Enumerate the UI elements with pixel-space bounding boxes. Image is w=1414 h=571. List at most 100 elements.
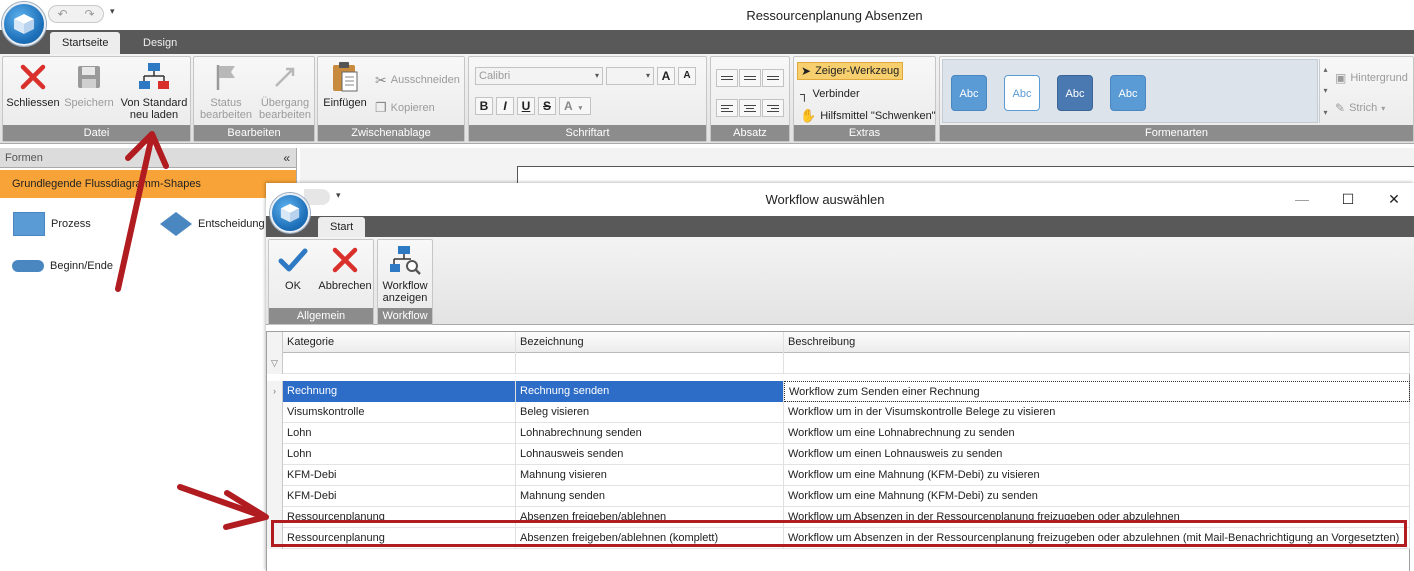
font-size-select[interactable]: ▾ <box>606 67 654 85</box>
tab-start[interactable]: Start <box>318 217 366 237</box>
row-indicator[interactable] <box>267 444 283 465</box>
cell-kategorie[interactable]: Lohn <box>283 444 516 465</box>
cell-bezeichnung[interactable]: Lohnausweis senden <box>516 444 784 465</box>
filter-cell-beschreibung[interactable] <box>784 353 1410 374</box>
shape-entscheidung[interactable]: Entscheidung <box>160 212 265 236</box>
shape-style-3[interactable]: Abc <box>1057 75 1093 111</box>
table-row[interactable]: › Rechnung Rechnung senden Workflow zum Sen… <box>267 381 1410 402</box>
copy-button[interactable]: ❐ Kopieren <box>375 99 435 117</box>
cell-bezeichnung[interactable]: Mahnung senden <box>516 486 784 507</box>
reset-default-button[interactable]: Von Standard neu laden <box>119 61 189 123</box>
table-row[interactable]: Visumskontrolle Beleg visieren Workflow um… <box>267 402 1410 423</box>
cell-beschreibung[interactable]: Workflow zum Senden einer Rechnung <box>784 381 1410 402</box>
gallery-expand-icon[interactable]: ▾ <box>1323 108 1327 117</box>
rectangle-shape-icon <box>13 212 45 236</box>
group-label-zwischenablage: Zwischenablage <box>318 125 464 141</box>
paste-button[interactable]: Einfügen <box>320 61 370 123</box>
filter-cell-kategorie[interactable] <box>283 353 516 374</box>
align-left-button[interactable] <box>716 99 738 117</box>
cell-kategorie[interactable]: Rechnung <box>283 381 516 402</box>
cell-kategorie[interactable]: KFM-Debi <box>283 486 516 507</box>
row-indicator[interactable] <box>267 465 283 486</box>
ok-button[interactable]: OK <box>271 244 315 306</box>
filter-icon[interactable]: ▽ <box>267 353 283 374</box>
main-titlebar: ↶ ↷ ▾ Ressourcenplanung Absenzen <box>0 0 1414 30</box>
edit-status-button[interactable]: Status bearbeiten <box>196 61 256 123</box>
shrink-font-button[interactable]: A <box>678 67 696 85</box>
align-bottom-button[interactable] <box>762 69 784 87</box>
cell-beschreibung[interactable]: Workflow um einen Lohnausweis zu senden <box>784 444 1410 465</box>
cell-kategorie[interactable]: KFM-Debi <box>283 465 516 486</box>
cell-beschreibung[interactable]: Workflow um eine Lohnabrechnung zu sende… <box>784 423 1410 444</box>
dialog-app-menu-button[interactable] <box>270 193 310 233</box>
font-color-label: A <box>564 99 573 113</box>
background-button[interactable]: ▣ Hintergrund <box>1335 69 1408 87</box>
underline-button[interactable]: U <box>517 97 535 115</box>
show-workflow-button[interactable]: Workflow anzeigen <box>380 244 430 306</box>
shape-beginn-ende[interactable]: Beginn/Ende <box>12 260 113 272</box>
pan-tool-button[interactable]: ✋ Hilfsmittel "Schwenken" <box>800 107 936 125</box>
align-middle-button[interactable] <box>739 69 761 87</box>
cell-bezeichnung[interactable]: Mahnung visieren <box>516 465 784 486</box>
pointer-tool-button[interactable]: ➤ Zeiger-Werkzeug <box>797 62 904 80</box>
cell-bezeichnung[interactable]: Rechnung senden <box>516 381 784 402</box>
table-row[interactable]: KFM-Debi Mahnung visieren Workflow um eine… <box>267 465 1410 486</box>
close-button[interactable]: Schliessen <box>5 61 61 123</box>
gallery-scroll[interactable]: ▴ ▾ ▾ <box>1319 59 1331 123</box>
group-label-bearbeiten: Bearbeiten <box>194 125 314 141</box>
cell-bezeichnung[interactable]: Beleg visieren <box>516 402 784 423</box>
current-row-indicator-icon[interactable]: › <box>267 381 283 402</box>
tab-startseite[interactable]: Startseite <box>50 32 121 54</box>
table-row[interactable]: Lohn Lohnabrechnung senden Workflow um ein… <box>267 423 1410 444</box>
row-indicator[interactable] <box>267 402 283 423</box>
grow-font-button[interactable]: A <box>657 67 675 85</box>
shape-category[interactable]: Grundlegende Flussdiagramm-Shapes <box>0 170 296 198</box>
row-indicator[interactable] <box>267 423 283 444</box>
hand-icon: ✋ <box>800 108 817 123</box>
minimize-button[interactable]: — <box>1288 189 1316 209</box>
row-indicator <box>267 332 283 353</box>
font-color-button[interactable]: A ▾ <box>559 97 591 115</box>
shape-prozess[interactable]: Prozess <box>13 212 91 236</box>
table-row[interactable]: KFM-Debi Mahnung senden Workflow um eine M… <box>267 486 1410 507</box>
collapse-icon[interactable]: « <box>283 148 290 168</box>
table-row[interactable]: Lohn Lohnausweis senden Workflow um einen … <box>267 444 1410 465</box>
bold-button[interactable]: B <box>475 97 493 115</box>
align-center-button[interactable] <box>739 99 761 117</box>
cell-beschreibung[interactable]: Workflow um in der Visumskontrolle Beleg… <box>784 402 1410 423</box>
save-button[interactable]: Speichern <box>61 61 117 123</box>
edit-transition-button[interactable]: Übergang bearbeiten <box>256 61 314 123</box>
reset-label-line1: Von Standard <box>120 97 188 109</box>
align-top-button[interactable] <box>716 69 738 87</box>
maximize-button[interactable]: ☐ <box>1334 189 1362 209</box>
cell-beschreibung[interactable]: Workflow um eine Mahnung (KFM-Debi) zu v… <box>784 465 1410 486</box>
column-header-kategorie[interactable]: Kategorie <box>283 332 516 353</box>
shape-style-2[interactable]: Abc <box>1004 75 1040 111</box>
align-right-button[interactable] <box>762 99 784 117</box>
tab-design[interactable]: Design <box>131 32 189 54</box>
app-menu-button[interactable] <box>2 2 46 46</box>
dialog-close-button[interactable]: ✕ <box>1380 189 1408 209</box>
font-family-select[interactable]: Calibri ▾ <box>475 67 603 85</box>
cell-kategorie[interactable]: Lohn <box>283 423 516 444</box>
shape-style-4[interactable]: Abc <box>1110 75 1146 111</box>
connector-tool-button[interactable]: ┐ Verbinder <box>800 85 860 103</box>
cell-kategorie[interactable]: Visumskontrolle <box>283 402 516 423</box>
chevron-down-icon[interactable]: ▾ <box>1323 86 1327 95</box>
stroke-button[interactable]: ✎ Strich ▾ <box>1335 99 1385 117</box>
column-header-beschreibung[interactable]: Beschreibung <box>784 332 1410 353</box>
strikethrough-button[interactable]: S <box>538 97 556 115</box>
italic-button[interactable]: I <box>496 97 514 115</box>
cell-beschreibung[interactable]: Workflow um eine Mahnung (KFM-Debi) zu s… <box>784 486 1410 507</box>
group-absatz: Absatz <box>710 56 790 142</box>
shape-style-1[interactable]: Abc <box>951 75 987 111</box>
chevron-up-icon[interactable]: ▴ <box>1323 65 1327 74</box>
row-indicator[interactable] <box>267 486 283 507</box>
shape-prozess-label: Prozess <box>51 218 91 230</box>
cell-bezeichnung[interactable]: Lohnabrechnung senden <box>516 423 784 444</box>
dialog-title: Workflow auswählen <box>765 192 885 207</box>
cancel-button[interactable]: Abbrechen <box>317 244 373 306</box>
cut-button[interactable]: ✂ Ausschneiden <box>375 71 460 89</box>
column-header-bezeichnung[interactable]: Bezeichnung <box>516 332 784 353</box>
filter-cell-bezeichnung[interactable] <box>516 353 784 374</box>
